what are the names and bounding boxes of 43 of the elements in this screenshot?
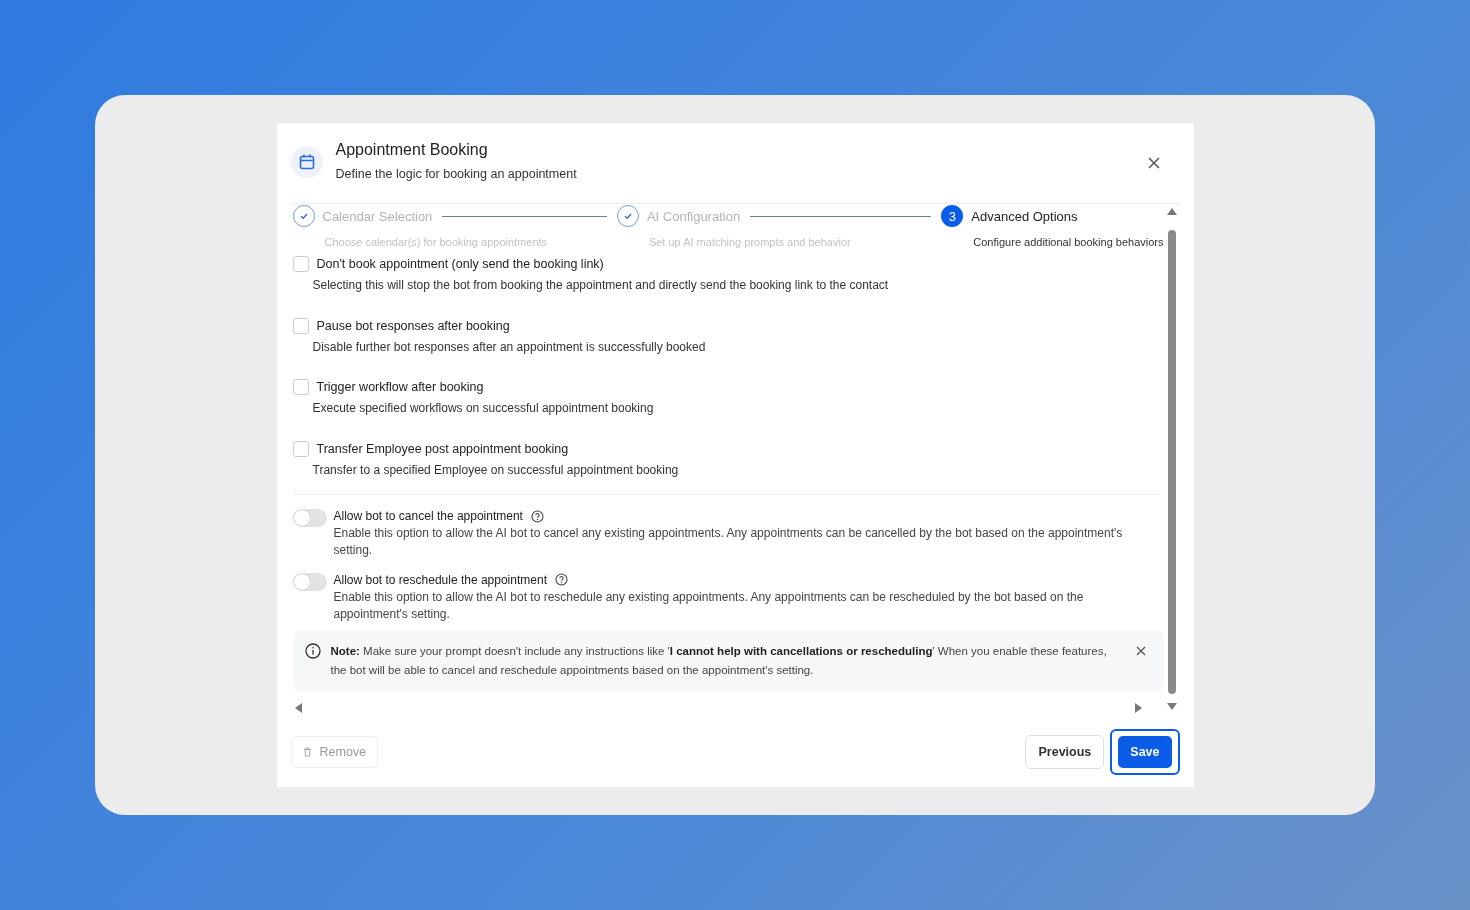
step-description: Choose calendar(s) for booking appointments — [324, 236, 549, 248]
option-description: Disable further bot responses after an appointment is successfully booked — [312, 339, 707, 354]
step-label: Calendar Selection — [322, 208, 433, 224]
close-icon — [1135, 646, 1146, 657]
step-label: Advanced Options — [971, 208, 1078, 224]
option-label: Allow bot to cancel the appointment — [333, 509, 523, 524]
checkbox[interactable] — [292, 440, 309, 457]
note-text: Note: Make sure your prompt doesn't include any instructions like 'I cannot help with cancellations or rescheduling' When you enable these features, the bot will be able to cancel and reschedule appointments based on the appointment's setting. — [330, 644, 1108, 679]
dialog-subtitle: Define the logic for booking an appointment — [335, 167, 578, 181]
checkbox[interactable] — [292, 256, 309, 272]
option-label: Trigger workflow after booking — [316, 380, 484, 395]
option-description: Enable this option to allow the AI bot to cancel any existing appointments. Any appointments can be cancelled by the bot based on the appointment's setting. — [333, 525, 1124, 560]
option-description: Transfer to a specified Employee on successful appointment booking — [312, 462, 680, 477]
scroll-left-icon[interactable] — [294, 703, 303, 714]
save-button[interactable]: Save — [1118, 735, 1172, 768]
option-description: Selecting this will stop the bot from booking the appointment and directly send the booking link to the contact — [312, 278, 890, 292]
help-icon[interactable] — [554, 573, 568, 587]
checkbox[interactable] — [292, 379, 309, 396]
option-label: Pause bot responses after booking — [316, 318, 510, 333]
scroll-up-icon[interactable] — [1166, 208, 1177, 216]
toggle-switch[interactable] — [292, 572, 327, 591]
dialog-title: Appointment Booking — [335, 141, 489, 159]
step-description: Configure additional booking behaviors — [973, 236, 1164, 248]
help-icon[interactable] — [530, 509, 544, 523]
scroll-down-icon[interactable] — [1166, 702, 1177, 710]
option-label: Don't book appointment (only send the booking link) — [316, 257, 604, 271]
trash-icon — [302, 746, 312, 757]
close-icon — [1147, 157, 1160, 169]
scroll-right-icon[interactable] — [1133, 703, 1142, 714]
option-label: Allow bot to reschedule the appointment — [333, 572, 547, 587]
previous-button[interactable]: Previous — [1025, 734, 1105, 769]
option-description: Execute specified workflows on successful appointment booking — [312, 401, 655, 416]
remove-button[interactable]: Remove — [290, 735, 379, 768]
step-indicator: 3 — [941, 205, 964, 227]
scrollbar-thumb[interactable] — [1167, 230, 1176, 694]
option-description: Enable this option to allow the AI bot to reschedule any existing appointments. Any appointments can be rescheduled by the bot based on the appointment's setting. — [333, 588, 1085, 623]
calendar-icon — [290, 146, 323, 178]
checkbox[interactable] — [292, 317, 309, 334]
toggle-switch[interactable] — [292, 509, 327, 528]
option-label: Transfer Employee post appointment booking — [316, 441, 569, 456]
step-description: Set up AI matching prompts and behavior — [648, 236, 852, 248]
info-icon — [304, 643, 321, 660]
step-label: AI Configuration — [646, 208, 741, 224]
